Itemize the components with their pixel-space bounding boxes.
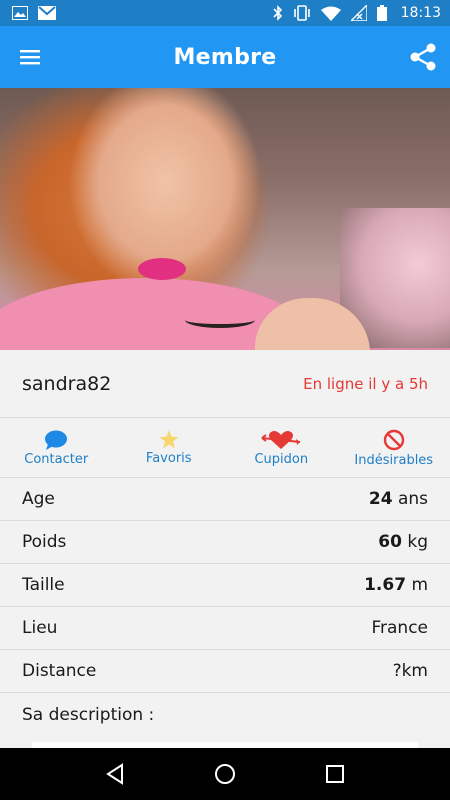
- wifi-icon: [320, 6, 341, 21]
- clock: 18:13: [400, 5, 441, 21]
- contact-label: Contacter: [24, 451, 89, 467]
- online-status: En ligne il y a 5h: [303, 374, 428, 393]
- status-bar: 18:13: [0, 0, 450, 26]
- profile-photo[interactable]: [0, 88, 450, 350]
- block-icon: [383, 429, 405, 451]
- chat-bubble-icon: [44, 430, 68, 450]
- detail-row-location: Lieu France: [0, 607, 450, 650]
- system-nav-bar: [0, 748, 450, 800]
- distance-label: Distance: [22, 661, 97, 681]
- detail-row-age: Age 24 ans: [0, 478, 450, 521]
- profile-header: sandra82 En ligne il y a 5h: [0, 350, 450, 418]
- height-value: 1.67 m: [364, 575, 428, 595]
- location-label: Lieu: [22, 618, 58, 638]
- contact-button[interactable]: Contacter: [0, 419, 113, 477]
- back-icon[interactable]: [101, 760, 129, 788]
- vibrate-icon: [293, 5, 311, 21]
- detail-row-height: Taille 1.67 m: [0, 564, 450, 607]
- bluetooth-icon: [273, 5, 283, 21]
- app-bar: Membre: [0, 26, 450, 88]
- battery-icon: [376, 5, 387, 21]
- age-label: Age: [22, 489, 55, 509]
- home-icon[interactable]: [211, 760, 239, 788]
- username: sandra82: [22, 372, 112, 395]
- weight-value: 60 kg: [378, 532, 428, 552]
- page-title: Membre: [173, 44, 277, 70]
- favorites-button[interactable]: Favoris: [113, 419, 226, 477]
- detail-row-weight: Poids 60 kg: [0, 521, 450, 564]
- gmail-icon: [38, 6, 56, 20]
- height-label: Taille: [22, 575, 65, 595]
- distance-value: ?km: [392, 661, 428, 681]
- cupid-button[interactable]: Cupidon: [225, 419, 338, 477]
- cupid-heart-icon: [261, 430, 301, 450]
- location-value: France: [371, 618, 428, 638]
- image-icon: [12, 6, 28, 20]
- description-heading: Sa description :: [0, 693, 450, 737]
- block-label: Indésirables: [354, 452, 434, 468]
- share-icon[interactable]: [408, 42, 438, 72]
- favorites-label: Favoris: [145, 451, 192, 466]
- star-icon: [159, 430, 179, 449]
- block-button[interactable]: Indésirables: [338, 419, 450, 477]
- cupid-label: Cupidon: [254, 451, 309, 467]
- age-value: 24 ans: [368, 489, 428, 509]
- detail-row-distance: Distance ?km: [0, 650, 450, 693]
- action-bar: Contacter Favoris Cupidon Indésirables: [0, 419, 450, 478]
- weight-label: Poids: [22, 532, 67, 552]
- menu-icon[interactable]: [18, 45, 42, 69]
- signal-icon: [350, 5, 367, 21]
- details-list: Age 24 ans Poids 60 kg Taille 1.67 m Lie…: [0, 478, 450, 737]
- recents-icon[interactable]: [321, 760, 349, 788]
- description-label: Sa description :: [22, 705, 155, 725]
